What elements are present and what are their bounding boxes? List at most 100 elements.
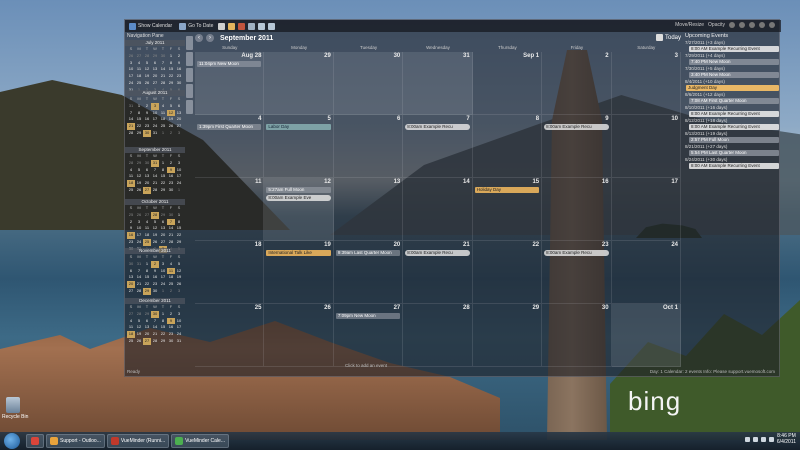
mini-day[interactable]: 3	[151, 102, 159, 110]
mini-day[interactable]: 27	[159, 239, 167, 246]
mini-day[interactable]: 1	[167, 53, 175, 60]
mini-day[interactable]: 29	[159, 338, 167, 345]
mini-day[interactable]: 30	[127, 261, 135, 268]
mini-day[interactable]: 12	[167, 109, 175, 117]
day-cell[interactable]: 9 8:00am Example Recu	[542, 115, 612, 178]
day-cell[interactable]: 29	[264, 52, 334, 115]
mini-day[interactable]: 15	[175, 225, 183, 232]
mini-day[interactable]: 28	[159, 80, 167, 87]
flag-icon[interactable]	[768, 436, 774, 442]
day-cell[interactable]: 6	[333, 115, 404, 178]
go-to-date-button[interactable]: Go To Date	[177, 22, 215, 30]
mini-day[interactable]: 24	[127, 80, 135, 87]
mini-day[interactable]: 7	[151, 167, 159, 174]
mini-day[interactable]: 16	[175, 66, 183, 73]
mini-day[interactable]: 11	[135, 66, 143, 73]
mini-day[interactable]: 8	[135, 110, 143, 117]
vtab-notes[interactable]	[186, 84, 193, 98]
mini-day[interactable]: 10	[135, 225, 143, 232]
mini-day[interactable]: 16	[127, 232, 135, 239]
recycle-bin-icon[interactable]	[6, 397, 20, 413]
mini-day[interactable]: 13	[127, 274, 135, 281]
mini-day[interactable]: 18	[167, 274, 175, 281]
day-cell[interactable]: 25	[195, 304, 265, 367]
mini-day[interactable]: 8	[159, 318, 167, 325]
mini-day[interactable]: 15	[159, 324, 167, 331]
mini-day[interactable]: 5	[175, 261, 183, 268]
mini-day[interactable]: 7	[135, 268, 143, 275]
mini-day[interactable]: 23	[151, 281, 159, 288]
mini-day[interactable]: 2	[167, 160, 175, 167]
mini-day[interactable]: 17	[159, 274, 167, 281]
mini-day[interactable]: 25	[159, 123, 167, 130]
calendar-event[interactable]: 5:27am Full Moon	[266, 187, 331, 193]
mini-day[interactable]: 11	[143, 225, 151, 232]
mini-day[interactable]: 11	[159, 110, 167, 117]
mini-day[interactable]: 10	[127, 66, 135, 73]
mini-day[interactable]: 29	[159, 212, 167, 219]
mini-day[interactable]: 31	[151, 130, 159, 137]
mini-day[interactable]: 28	[135, 311, 143, 318]
mini-day[interactable]: 13	[143, 173, 151, 180]
mini-day[interactable]: 13	[151, 66, 159, 73]
mini-day[interactable]: 15	[167, 66, 175, 73]
mini-day[interactable]: 12	[135, 173, 143, 180]
day-cell[interactable]: 17	[611, 178, 681, 241]
mini-day[interactable]: 2	[127, 219, 135, 226]
mini-day[interactable]: 11	[127, 324, 135, 331]
mini-day[interactable]: 23	[175, 73, 183, 80]
mini-day[interactable]: 9	[167, 166, 175, 174]
mini-day[interactable]: 27	[151, 80, 159, 87]
mini-day[interactable]: 6	[127, 268, 135, 275]
mini-day[interactable]: 30	[143, 160, 151, 167]
day-cell[interactable]: 8	[472, 115, 543, 178]
mini-day[interactable]: 29	[151, 53, 159, 60]
mini-day[interactable]: 26	[135, 212, 143, 219]
redo-icon[interactable]	[268, 22, 276, 30]
mini-day[interactable]: 24	[135, 239, 143, 246]
mini-day[interactable]: 29	[167, 80, 175, 87]
mini-day[interactable]: 22	[167, 73, 175, 80]
upcoming-event[interactable]: 8:00 AM Example Recurring Event	[689, 124, 779, 130]
mini-day[interactable]: 10	[175, 167, 183, 174]
mini-day[interactable]: 4	[143, 219, 151, 226]
mini-day[interactable]: 26	[127, 53, 135, 60]
mini-day[interactable]: 19	[135, 180, 143, 187]
mini-day[interactable]: 29	[175, 239, 183, 246]
mini-day[interactable]: 26	[135, 338, 143, 345]
mini-day[interactable]: 27	[127, 311, 135, 318]
mini-day[interactable]: 10	[175, 318, 183, 325]
vtab-tasks[interactable]	[186, 68, 193, 82]
mini-day[interactable]: 30	[151, 288, 159, 295]
mini-day[interactable]: 14	[167, 225, 175, 232]
mini-day[interactable]: 30	[175, 80, 183, 87]
mini-day[interactable]: 21	[151, 331, 159, 338]
mini-day[interactable]: 18	[135, 73, 143, 80]
mini-day[interactable]: 11	[167, 267, 175, 275]
mini-day[interactable]: 22	[159, 180, 167, 187]
mini-day[interactable]: 13	[159, 225, 167, 232]
mini-day[interactable]: 21	[167, 232, 175, 239]
mini-day[interactable]: 29	[143, 287, 151, 295]
mini-day[interactable]: 30	[159, 53, 167, 60]
mini-day[interactable]: 13	[175, 110, 183, 117]
mini-day[interactable]: 26	[175, 281, 183, 288]
day-cell[interactable]: 19 International Talk Like	[264, 241, 334, 304]
mini-day[interactable]: 1	[175, 187, 183, 194]
day-cell[interactable]: 20 9:39am Last Quarter Moon	[333, 241, 404, 304]
mini-day[interactable]: 20	[143, 331, 151, 338]
mini-day[interactable]: 9	[175, 60, 183, 67]
mini-day[interactable]: 18	[127, 180, 135, 187]
network-icon[interactable]	[752, 436, 758, 442]
mini-day[interactable]: 24	[151, 123, 159, 130]
mini-day[interactable]: 7	[151, 318, 159, 325]
mini-day[interactable]: 5	[135, 318, 143, 325]
mini-day[interactable]: 18	[143, 232, 151, 239]
mini-day[interactable]: 16	[167, 324, 175, 331]
day-cell[interactable]: Sep 1	[472, 52, 543, 115]
previous-month-button[interactable]: ‹	[195, 34, 203, 42]
mini-day[interactable]: 27	[143, 186, 151, 194]
mini-day[interactable]: 25	[167, 281, 175, 288]
mini-day[interactable]: 4	[167, 261, 175, 268]
mini-day[interactable]: 9	[167, 317, 175, 325]
